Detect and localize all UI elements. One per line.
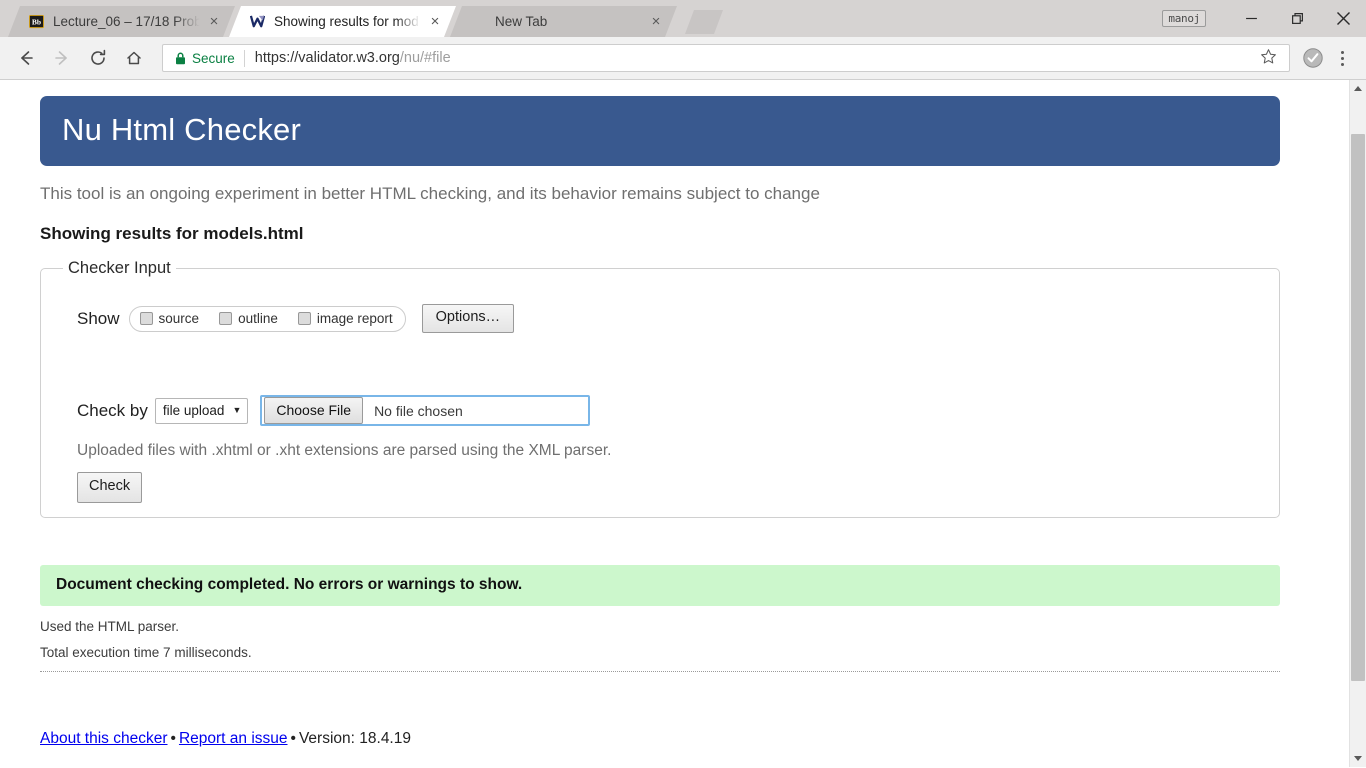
check-by-select[interactable]: file upload ▼	[154, 397, 249, 424]
secure-badge: Secure	[175, 51, 235, 66]
home-icon[interactable]	[116, 40, 152, 76]
tab-strip: Bb Lecture_06 – 17/18 Probl × Showing re…	[0, 0, 1366, 37]
options-button[interactable]: Options…	[421, 304, 515, 334]
checkbox-label: outline	[238, 310, 278, 326]
checkbox-outline[interactable]: outline	[219, 311, 278, 326]
url-host: https://validator.w3.org	[254, 50, 400, 66]
tab-close-icon[interactable]: ×	[201, 14, 227, 29]
three-dot-menu-icon[interactable]	[1328, 50, 1356, 66]
secure-label: Secure	[192, 50, 235, 66]
maximize-restore-button[interactable]	[1274, 0, 1320, 37]
blank-favicon-icon	[470, 14, 486, 30]
page-title: Nu Html Checker	[40, 96, 1280, 166]
parser-info-text: Used the HTML parser.	[40, 618, 180, 634]
footer-divider	[40, 670, 1280, 672]
checkbox-box-icon[interactable]	[297, 311, 311, 325]
checkbox-image-report[interactable]: image report	[297, 310, 393, 326]
minimize-button[interactable]	[1228, 0, 1274, 37]
browser-window: Bb Lecture_06 – 17/18 Probl × Showing re…	[0, 0, 1366, 768]
check-by-row: Check by file upload ▼ Choose File No fi…	[77, 395, 1265, 427]
show-label: Show	[77, 308, 120, 328]
blackboard-icon: Bb	[28, 14, 44, 30]
status-badge: Document checking completed. No errors o…	[40, 564, 1280, 606]
back-icon[interactable]	[8, 40, 44, 76]
check-by-label: Check by	[77, 400, 148, 420]
tab-close-icon[interactable]: ×	[643, 14, 669, 29]
browser-tab-3[interactable]: New Tab ×	[450, 6, 677, 37]
show-options-row: Show source outline image report Options…	[77, 304, 1265, 334]
about-this-checker-link[interactable]: About this checker	[40, 730, 168, 747]
checkbox-source[interactable]: source	[139, 310, 200, 326]
footer-bullet-1: •	[170, 729, 176, 747]
checkbox-box-icon[interactable]	[139, 311, 153, 325]
close-window-button[interactable]	[1320, 0, 1366, 37]
choose-file-button[interactable]: Choose File	[264, 397, 364, 425]
address-bar[interactable]: Secure https://validator.w3.org/nu/#file	[162, 44, 1290, 72]
tagline-text: This tool is an ongoing experiment in be…	[40, 184, 820, 203]
checkbox-box-icon[interactable]	[219, 311, 233, 325]
upload-note-text: Uploaded files with .xhtml or .xht exten…	[77, 442, 612, 460]
scrollbar-track[interactable]	[1350, 97, 1366, 750]
tab-close-icon[interactable]: ×	[422, 14, 448, 29]
browser-toolbar: Secure https://validator.w3.org/nu/#file	[0, 37, 1366, 80]
profile-name-badge[interactable]: manoj	[1162, 10, 1206, 27]
checkmark-circle-icon[interactable]	[1298, 47, 1328, 69]
scroll-up-arrow-icon[interactable]	[1350, 80, 1366, 97]
checker-input-legend: Checker Input	[68, 259, 171, 277]
chevron-down-icon: ▼	[232, 405, 242, 416]
checkbox-label: source	[158, 310, 200, 326]
star-icon[interactable]	[1254, 48, 1283, 69]
new-tab-button[interactable]	[685, 10, 723, 34]
show-checkbox-group: source outline image report	[128, 305, 406, 332]
lock-icon	[175, 52, 186, 65]
w3c-validator-icon	[249, 14, 265, 30]
check-by-selected-value: file upload	[162, 402, 225, 418]
vertical-scrollbar[interactable]	[1349, 80, 1366, 767]
file-upload-field[interactable]: Choose File No file chosen	[260, 395, 591, 427]
browser-tab-1[interactable]: Bb Lecture_06 – 17/18 Probl ×	[8, 6, 235, 37]
scrollbar-thumb[interactable]	[1351, 134, 1365, 681]
url-path: /nu/#file	[399, 50, 451, 66]
footer-bullet-2: •	[290, 729, 296, 747]
checkbox-label: image report	[316, 310, 393, 326]
tab-title: New Tab	[495, 14, 548, 29]
checker-input-fieldset: Checker Input Show source outline image …	[40, 259, 1280, 518]
tab-title: Lecture_06 – 17/18 Probl	[53, 14, 201, 29]
results-heading: Showing results for models.html	[40, 224, 304, 243]
file-status-text: No file chosen	[374, 402, 463, 419]
tab-title: Showing results for mod	[274, 14, 419, 29]
window-controls: manoj	[1162, 0, 1366, 37]
page-content: Nu Html Checker This tool is an ongoing …	[0, 96, 1340, 767]
url-text: https://validator.w3.org/nu/#file	[255, 50, 1254, 66]
page-viewport: Nu Html Checker This tool is an ongoing …	[0, 80, 1366, 767]
svg-text:Bb: Bb	[31, 17, 40, 26]
execution-time-text: Total execution time 7 milliseconds.	[40, 644, 252, 660]
scroll-down-arrow-icon[interactable]	[1350, 750, 1366, 767]
version-text: Version: 18.4.19	[298, 729, 411, 747]
report-an-issue-link[interactable]: Report an issue	[179, 730, 288, 747]
reload-icon[interactable]	[80, 40, 116, 76]
page-footer: About this checker • Report an issue • Versi…	[40, 730, 1340, 748]
omnibox-separator	[243, 49, 245, 67]
browser-tab-2[interactable]: Showing results for mod ×	[229, 6, 456, 37]
check-button[interactable]: Check	[77, 472, 143, 503]
forward-icon	[44, 40, 80, 76]
